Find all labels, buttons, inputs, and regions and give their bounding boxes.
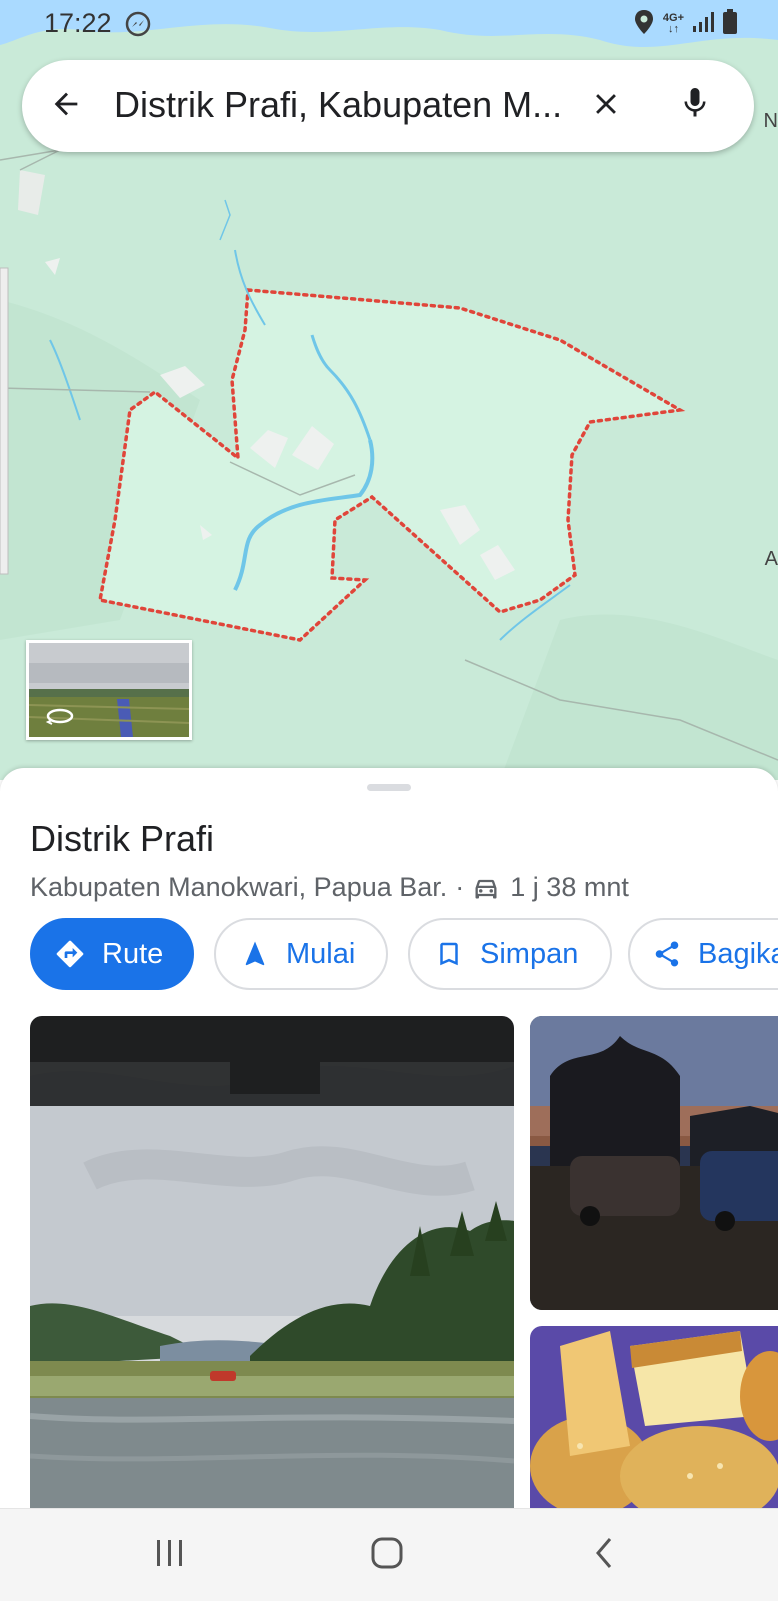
photo-bread[interactable] [530,1326,778,1508]
place-sheet[interactable]: Distrik Prafi Kabupaten Manokwari, Papua… [0,768,778,1508]
directions-button[interactable]: Rute [30,918,194,990]
battery-icon [722,8,738,40]
home-icon [370,1536,404,1575]
arrow-back-icon [49,87,83,126]
action-chips: Rute Mulai Simpan Bagikan [30,918,778,994]
system-nav-bar [0,1508,778,1601]
signal-icon [692,11,714,38]
status-time: 17:22 [44,8,112,38]
map-edge-label: N [763,110,778,132]
directions-icon [54,938,102,970]
map-edge-label: A [764,548,778,570]
messenger-icon [124,10,152,38]
recents-button[interactable] [148,1535,192,1575]
sheet-drag-handle[interactable] [367,784,411,791]
share-icon [652,939,698,969]
recents-icon [153,1538,187,1573]
location-icon [633,9,655,40]
photo-river[interactable] [30,1016,514,1508]
network-activity: ↓↑ [667,23,679,35]
urban-patch [18,170,45,215]
back-chevron-icon [592,1536,616,1575]
river [219,199,231,241]
start-navigation-button[interactable]: Mulai [214,918,388,990]
directions-label: Rute [102,937,164,970]
photo-evening-street[interactable] [530,1016,778,1310]
navigation-arrow-icon [240,939,286,969]
place-title: Distrik Prafi [30,818,215,859]
travel-time: 1 j 38 mnt [510,872,629,902]
back-button[interactable] [46,86,86,126]
clear-search-button[interactable] [584,84,628,128]
home-button[interactable] [364,1533,410,1577]
search-input[interactable]: Distrik Prafi, Kabupaten M... [114,84,604,126]
place-subtitle: Kabupaten Manokwari, Papua Bar. · 1 j 38… [30,872,629,903]
separator: · [455,872,465,902]
share-label: Bagikan [698,937,778,970]
road [0,149,61,171]
clearing-patch [45,258,60,275]
district-boundary[interactable] [97,288,686,642]
start-label: Mulai [286,937,356,970]
save-label: Simpan [480,937,579,970]
save-button[interactable]: Simpan [408,918,612,990]
terrain-patch [500,614,778,780]
network-4g-icon: 4G+ ↓↑ [663,13,684,35]
place-location: Kabupaten Manokwari, Papua Bar. [30,872,448,902]
search-bar[interactable]: Distrik Prafi, Kabupaten M... [22,60,754,152]
microphone-icon [677,85,713,126]
status-bar: 17:22 4G+ ↓↑ [0,0,778,48]
back-nav-button[interactable] [582,1535,626,1575]
car-icon [472,874,500,902]
close-icon [589,87,623,126]
street-view-thumbnail[interactable] [26,640,192,740]
bookmark-icon [434,939,480,969]
status-icons: 4G+ ↓↑ [633,8,738,40]
share-button[interactable]: Bagikan [628,918,778,990]
map-edge-panel [0,267,9,575]
voice-search-button[interactable] [672,82,718,128]
